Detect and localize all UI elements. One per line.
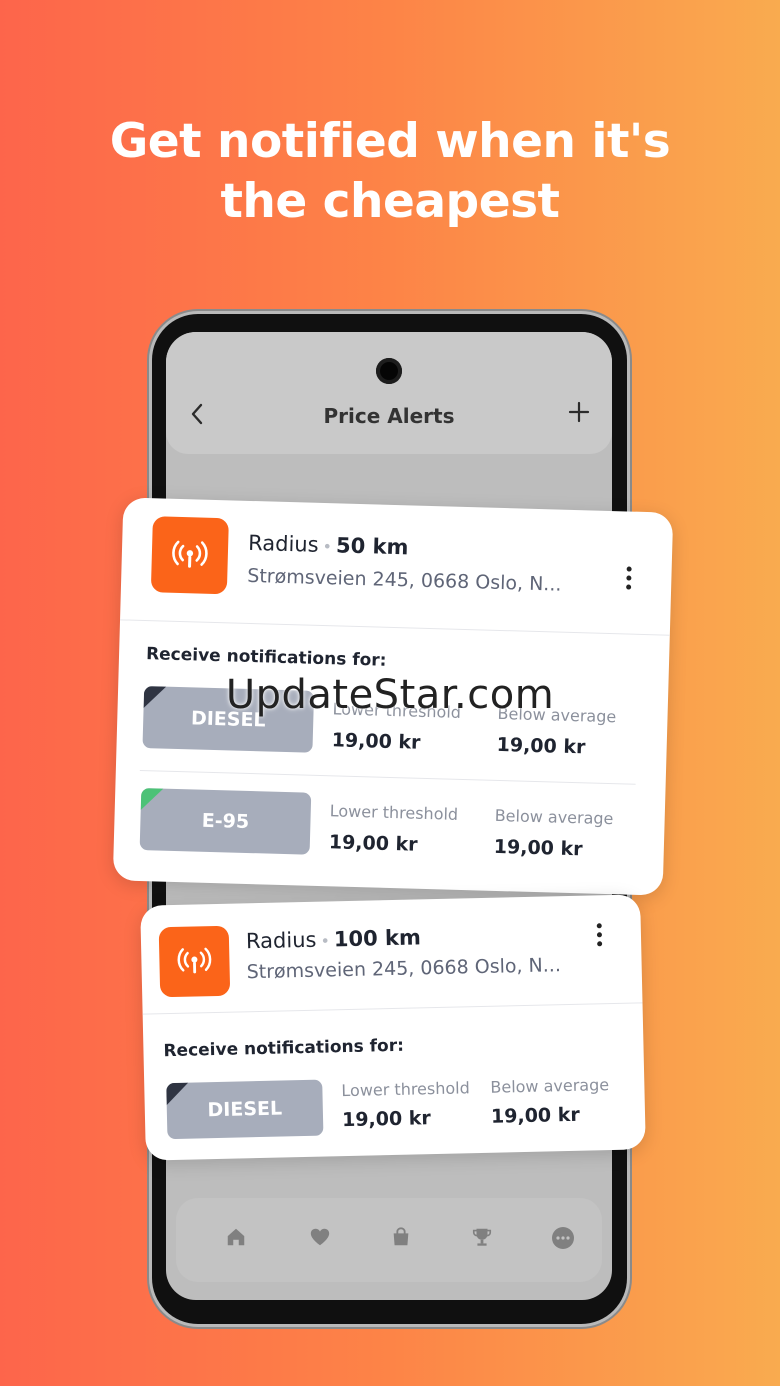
below-average-value: 19,00 kr [496,733,586,759]
app-bar: Price Alerts [166,332,612,454]
front-camera [376,358,402,384]
radius-title: Radius • 100 km [246,925,421,953]
radius-icon [150,516,229,595]
fuel-status-corner [166,1082,189,1106]
lower-threshold-value: 19,00 kr [341,1107,432,1132]
fuel-name: DIESEL [207,1097,283,1122]
below-average-label: Below average [490,1075,610,1097]
radius-label: Radius [247,530,319,557]
lower-threshold-value: 19,00 kr [331,729,421,754]
plus-icon[interactable] [564,398,594,428]
radius-icon [158,925,231,998]
below-average-value: 19,00 kr [493,835,583,861]
headline-line-2: the cheapest [220,174,560,229]
headline-line-1: Get notified when it's [109,114,671,169]
headline: Get notified when it's the cheapest [0,112,780,232]
bottom-navigation [176,1198,602,1282]
shopping-bag-icon[interactable] [390,1226,416,1252]
home-icon[interactable] [225,1226,251,1252]
fuel-name: E-95 [201,809,250,834]
below-average-label: Below average [494,805,614,829]
divider [120,619,670,636]
more-vertical-icon[interactable] [596,923,608,950]
more-horizontal-icon[interactable] [551,1226,577,1252]
divider [139,769,636,785]
trophy-icon[interactable] [471,1226,497,1252]
receive-notifications-label: Receive notifications for: [163,1035,405,1062]
fuel-status-corner [140,788,164,811]
price-alert-card[interactable]: Radius • 100 km Strømsveien 245, 0668 Oslo… [140,894,646,1161]
lower-threshold-value: 19,00 kr [328,831,418,856]
more-vertical-icon[interactable] [626,566,637,593]
watermark: UpdateStar.com [225,672,555,718]
radius-value: 50 km [335,533,409,560]
radius-title: Radius • 50 km [248,531,409,559]
below-average-value: 19,00 kr [490,1103,581,1128]
divider [142,1002,643,1015]
lower-threshold-label: Lower threshold [329,801,459,824]
fuel-tag-diesel[interactable]: DIESEL [166,1079,324,1140]
radius-label: Radius [245,927,317,954]
separator-dot: • [320,931,331,951]
lower-threshold-label: Lower threshold [341,1078,470,1101]
heart-icon[interactable] [309,1226,335,1252]
radius-value: 100 km [333,925,422,952]
separator-dot: • [322,536,333,557]
receive-notifications-label: Receive notifications for: [145,644,387,671]
fuel-tag-e95[interactable]: E-95 [139,788,312,855]
address: Strømsveien 245, 0668 Oslo, N... [247,564,562,596]
address: Strømsveien 245, 0668 Oslo, N... [246,954,562,984]
page-title: Price Alerts [323,404,455,428]
